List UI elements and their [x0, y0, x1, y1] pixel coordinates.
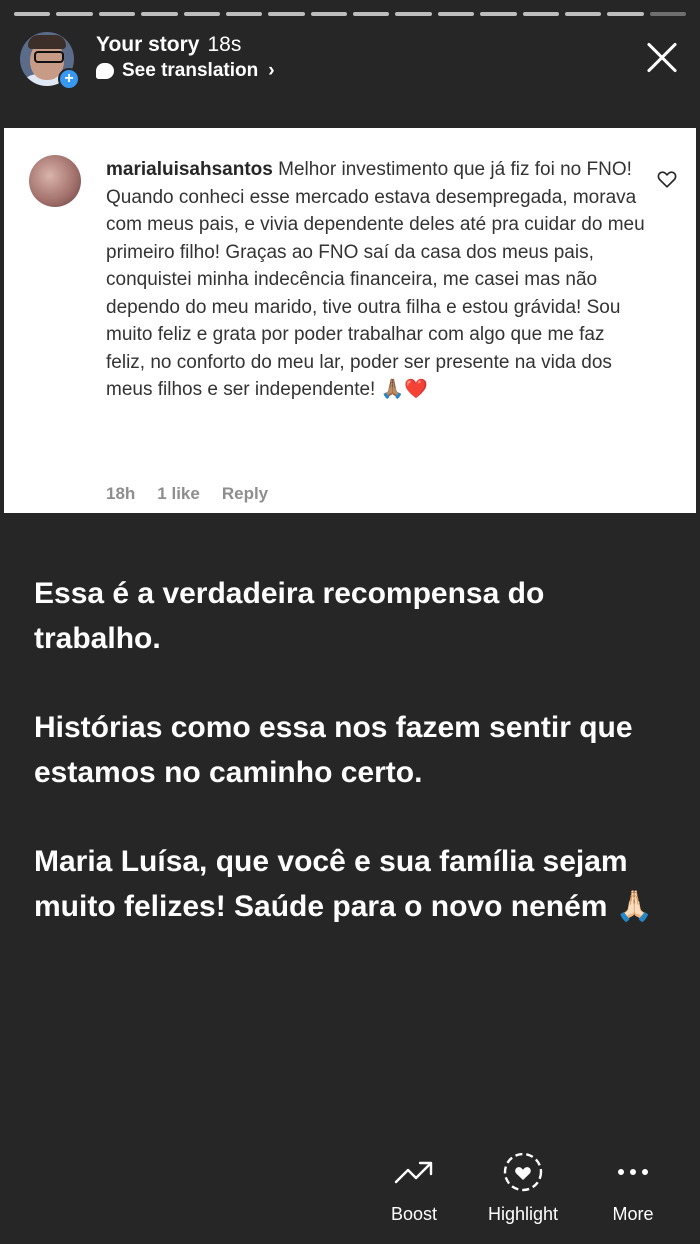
comment-body: marialuisahsantos Melhor investimento qu… — [106, 156, 646, 404]
trending-up-icon — [394, 1161, 433, 1184]
progress-segment — [607, 12, 644, 16]
story-actions-bar: Boost Highlight More — [0, 1124, 700, 1244]
progress-segment — [268, 12, 305, 16]
progress-segment — [395, 12, 432, 16]
comment-username: marialuisahsantos — [106, 159, 273, 180]
progress-segment-current — [649, 12, 686, 16]
caption-paragraph-3: Maria Luísa, que você e sua família seja… — [34, 845, 654, 923]
more-label: More — [612, 1204, 654, 1224]
highlight-button[interactable]: Highlight — [475, 1152, 571, 1225]
story-caption: Essa é a verdadeira recompensa do trabal… — [34, 572, 674, 974]
story-timestamp: 18s — [207, 33, 242, 56]
comment-meta: 18h 1 like Reply — [106, 484, 268, 504]
progress-segment — [480, 12, 517, 16]
progress-segment — [225, 12, 263, 16]
progress-segment — [56, 12, 93, 16]
speech-bubble-icon — [96, 63, 114, 79]
heart-outline-icon — [657, 171, 677, 188]
highlight-label: Highlight — [487, 1204, 559, 1224]
progress-segment — [353, 12, 390, 16]
comment-likes: 1 like — [157, 484, 200, 503]
progress-segment — [310, 12, 347, 16]
more-dots-icon — [618, 1169, 648, 1175]
progress-segment — [564, 12, 602, 16]
comment-screenshot: marialuisahsantos Melhor investimento qu… — [4, 128, 696, 513]
story-title-row: Your story 18s — [96, 33, 241, 57]
boost-button[interactable]: Boost — [374, 1152, 454, 1225]
chevron-right-icon: › — [268, 60, 275, 81]
progress-segment — [183, 12, 220, 16]
caption-paragraph-2: Histórias como essa nos fazem sentir que… — [34, 711, 633, 789]
see-translation-label: See translation — [122, 60, 259, 81]
story-header: + Your story 18s See translation › — [20, 30, 680, 90]
progress-segment — [141, 12, 178, 16]
add-story-icon[interactable]: + — [58, 68, 80, 90]
more-button[interactable]: More — [598, 1152, 668, 1225]
progress-segment — [437, 12, 475, 16]
comment-reply: Reply — [221, 484, 269, 503]
progress-segment — [98, 12, 136, 16]
boost-label: Boost — [390, 1204, 438, 1224]
heart-circle-icon — [503, 1152, 543, 1192]
comment-time: 18h — [106, 484, 136, 503]
progress-segment — [14, 12, 51, 16]
story-progress-bar — [14, 12, 686, 16]
see-translation-button[interactable]: See translation › — [96, 60, 275, 82]
progress-segment — [522, 12, 559, 16]
commenter-avatar — [29, 155, 81, 207]
close-icon[interactable] — [644, 40, 680, 76]
comment-text: Melhor investimento que já fiz foi no FN… — [106, 159, 645, 400]
caption-paragraph-1: Essa é a verdadeira recompensa do trabal… — [34, 577, 545, 655]
story-owner-label[interactable]: Your story — [96, 33, 199, 56]
